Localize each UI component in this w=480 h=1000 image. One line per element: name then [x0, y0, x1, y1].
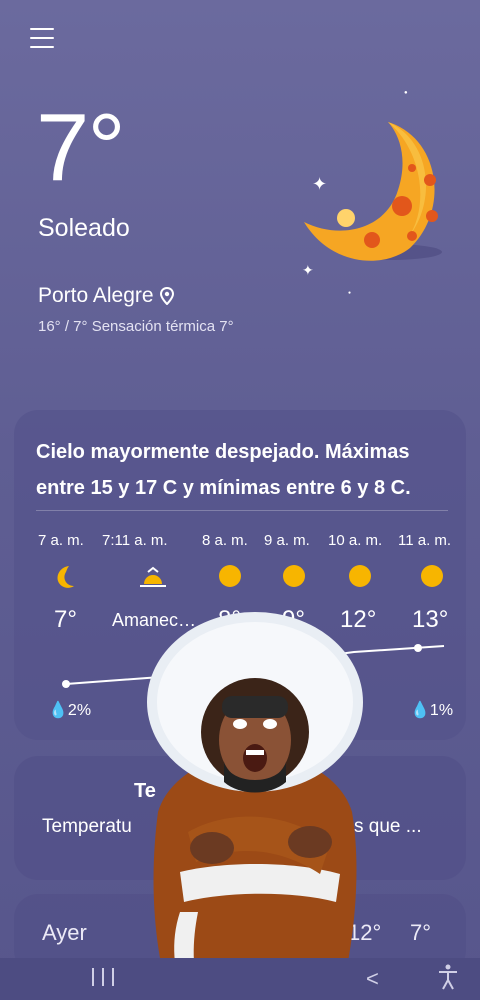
- temperature-range: 16° / 7° Sensación térmica 7°: [38, 318, 234, 335]
- recents-button[interactable]: [92, 968, 114, 988]
- menu-line: [30, 28, 54, 30]
- person-in-parka-image: [147, 612, 363, 1000]
- current-temperature: 7°: [36, 94, 126, 201]
- hour-time: 11 a. m.: [398, 532, 452, 549]
- accessibility-icon[interactable]: [438, 964, 458, 990]
- hour-time: 8 a. m.: [202, 532, 248, 549]
- star-icon: ●: [404, 90, 408, 96]
- hour-temp: 7°: [54, 606, 77, 633]
- recents-bar: [102, 968, 104, 986]
- city-name: Porto Alegre: [38, 284, 154, 307]
- divider: [36, 510, 448, 511]
- recents-bar: [112, 968, 114, 986]
- hour-time: 7 a. m.: [38, 532, 84, 549]
- recents-bar: [92, 968, 94, 986]
- back-button[interactable]: <: [366, 966, 379, 992]
- sun-icon: [283, 565, 305, 587]
- menu-line: [30, 37, 54, 39]
- star-icon: ✦: [302, 262, 314, 278]
- menu-button[interactable]: [30, 28, 54, 50]
- precipitation: 💧1%: [410, 702, 454, 719]
- precipitation: 💧2%: [48, 702, 92, 719]
- yesterday-label: Ayer: [42, 920, 87, 945]
- hour-time: 10 a. m.: [328, 532, 383, 549]
- star-icon: ✦: [312, 174, 328, 194]
- hour-time: 9 a. m.: [264, 532, 310, 549]
- current-condition: Soleado: [38, 214, 130, 242]
- forecast-summary: Cielo mayormente despejado. Máximas entr…: [36, 441, 411, 499]
- location-pin-icon: [159, 287, 174, 305]
- sun-icon: [219, 565, 241, 587]
- moon-icon: [57, 566, 74, 588]
- yesterday-min: 7°: [410, 920, 432, 945]
- sun-icon: [421, 565, 443, 587]
- sunrise-icon: [140, 566, 166, 587]
- star-icon: ●: [348, 290, 352, 296]
- system-navigation-bar: <: [0, 958, 480, 1000]
- hour-time: 7:11 a. m.: [102, 532, 168, 549]
- card-description: Temperatu: [42, 816, 132, 837]
- location-row[interactable]: Porto Alegre: [38, 284, 174, 308]
- hour-temp: 13°: [412, 606, 449, 633]
- menu-line: [30, 46, 54, 48]
- sun-icon: [349, 565, 371, 587]
